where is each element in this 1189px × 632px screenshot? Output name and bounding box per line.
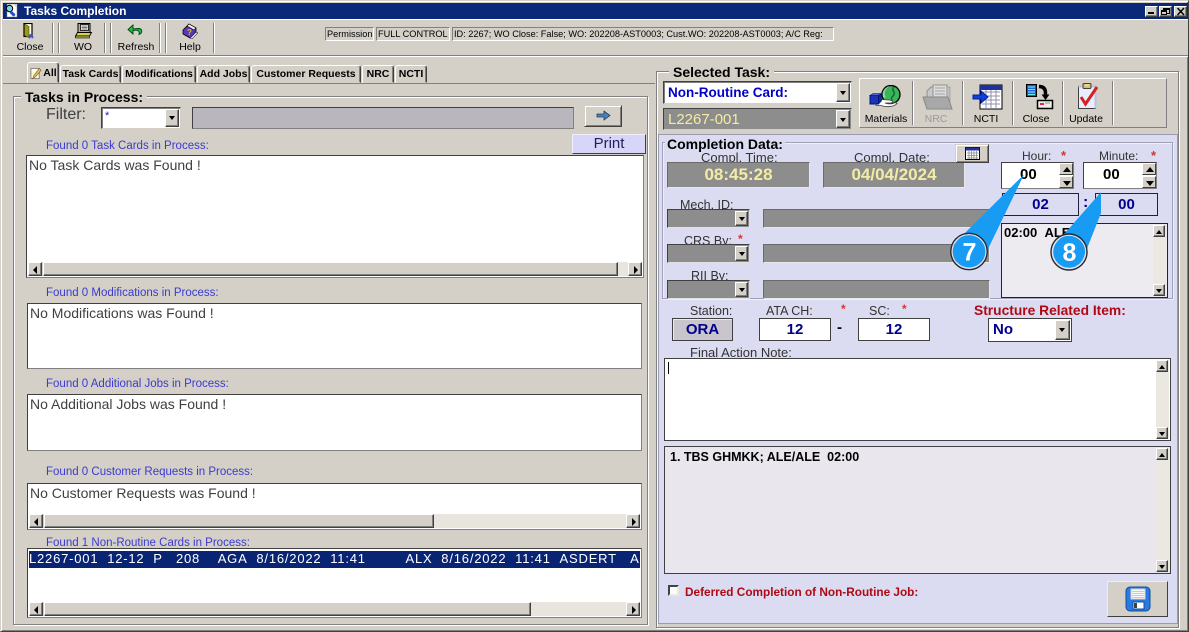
svg-text:7: 7 <box>963 239 977 267</box>
svg-text:?: ? <box>187 28 192 37</box>
svg-text:8: 8 <box>1063 239 1077 267</box>
